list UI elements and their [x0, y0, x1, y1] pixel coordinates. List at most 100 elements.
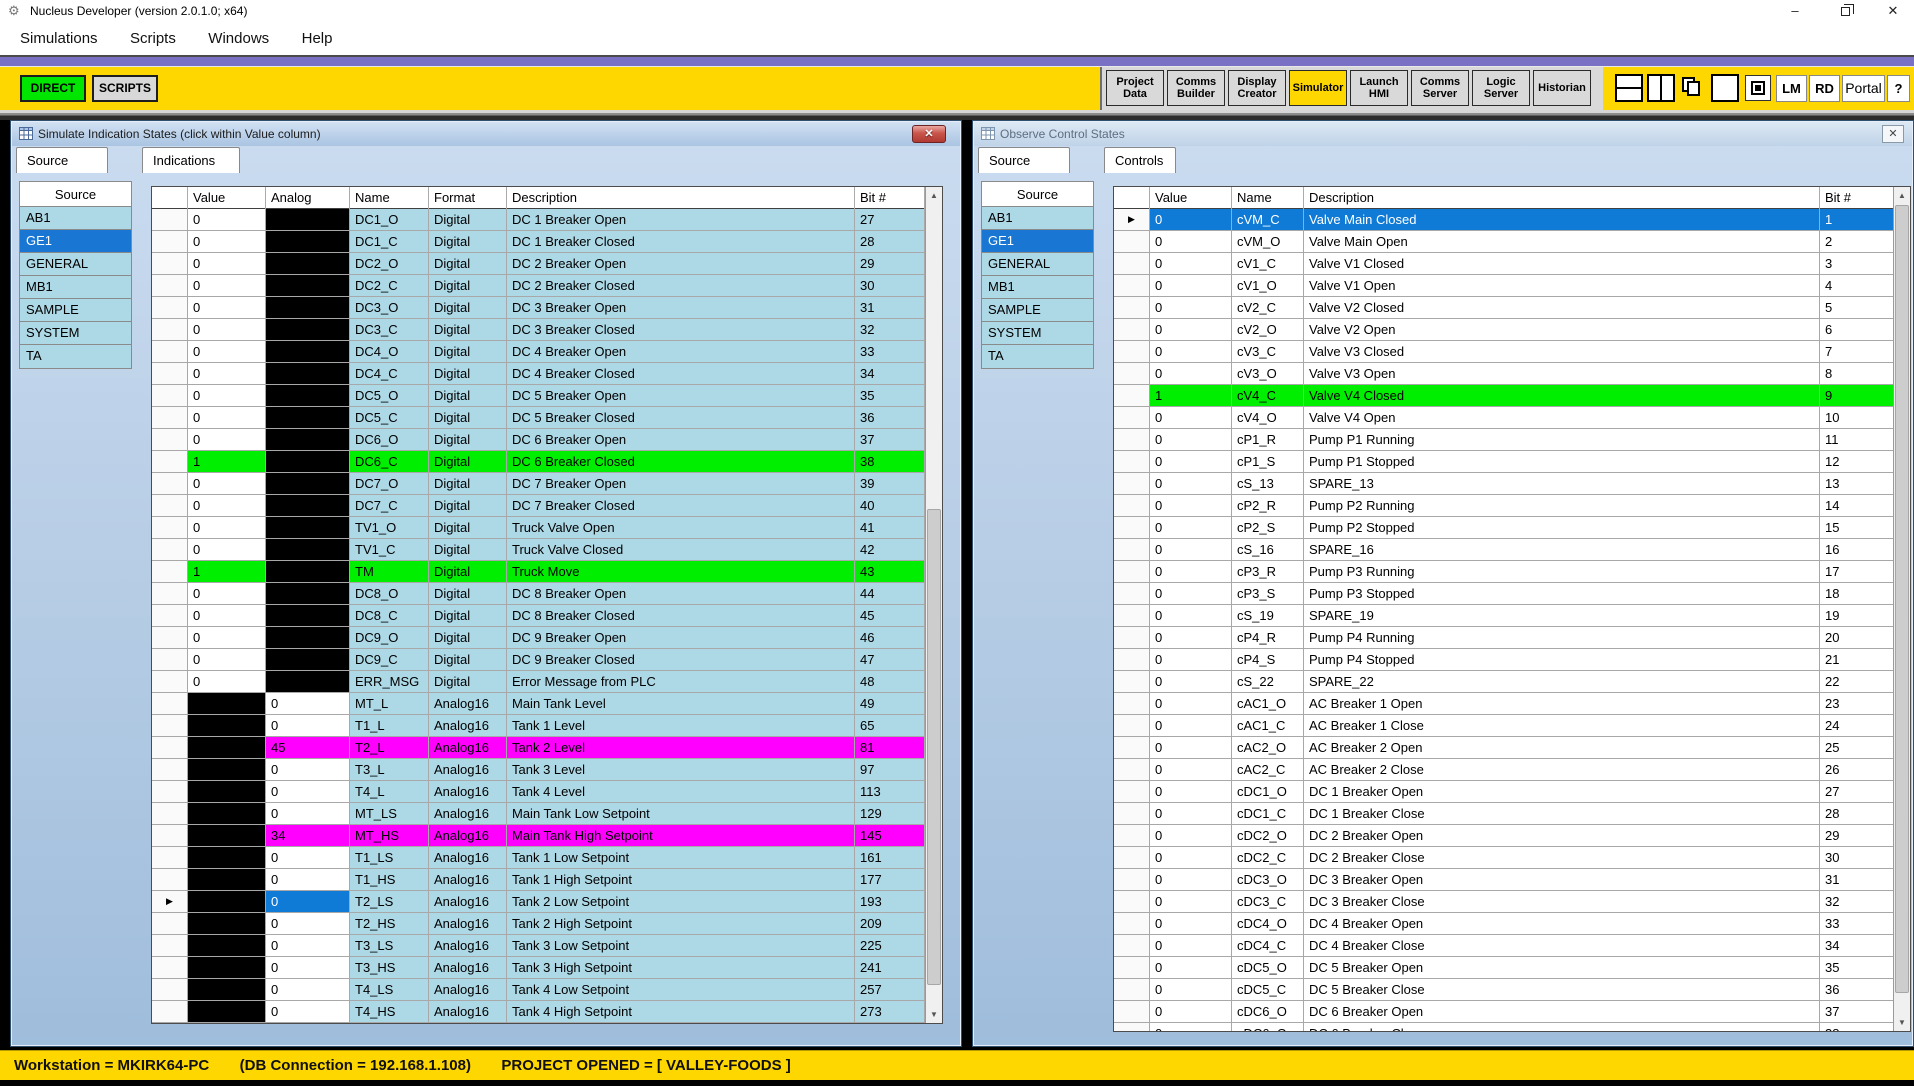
column-header-name[interactable]: Name [1232, 187, 1304, 209]
cell-value[interactable]: 0 [1150, 253, 1232, 275]
indication-row-t3_hs[interactable]: 0T3_HSAnalog16Tank 3 High Setpoint241 [152, 957, 942, 979]
cell-analog[interactable] [266, 275, 350, 297]
control-row-cv4_c[interactable]: 1cV4_CValve V4 Closed9 [1114, 385, 1910, 407]
tab-source-right[interactable]: Source [978, 147, 1070, 173]
source-item-mb1[interactable]: MB1 [982, 276, 1093, 299]
menu-item-windows[interactable]: Windows [194, 22, 283, 55]
menu-item-help[interactable]: Help [288, 22, 347, 55]
indication-row-dc7_c[interactable]: 0DC7_CDigitalDC 7 Breaker Closed40 [152, 495, 942, 517]
simulate-window-close-button[interactable]: ✕ [912, 125, 946, 143]
control-row-cv3_c[interactable]: 0cV3_CValve V3 Closed7 [1114, 341, 1910, 363]
source-item-ge1[interactable]: GE1 [20, 230, 131, 253]
cell-value[interactable]: 0 [1150, 671, 1232, 693]
indication-row-t1_l[interactable]: 0T1_LAnalog16Tank 1 Level65 [152, 715, 942, 737]
tab-indications[interactable]: Indications [142, 147, 240, 173]
close-button[interactable]: ✕ [1876, 0, 1910, 22]
cell-analog[interactable]: 45 [266, 737, 350, 759]
dot-indicator-icon[interactable] [1745, 75, 1771, 101]
menu-item-scripts[interactable]: Scripts [116, 22, 190, 55]
indication-row-t2_ls[interactable]: ▶0T2_LSAnalog16Tank 2 Low Setpoint193 [152, 891, 942, 913]
control-row-cp1_s[interactable]: 0cP1_SPump P1 Stopped12 [1114, 451, 1910, 473]
control-row-cp1_r[interactable]: 0cP1_RPump P1 Running11 [1114, 429, 1910, 451]
indication-row-tm[interactable]: 1TMDigitalTruck Move43 [152, 561, 942, 583]
indication-row-dc4_o[interactable]: 0DC4_ODigitalDC 4 Breaker Open33 [152, 341, 942, 363]
cell-value[interactable]: 0 [1150, 649, 1232, 671]
indication-row-t2_l[interactable]: 45T2_LAnalog16Tank 2 Level81 [152, 737, 942, 759]
column-header-analog[interactable]: Analog [266, 187, 350, 209]
cell-value[interactable]: 0 [1150, 1023, 1232, 1032]
restore-button[interactable] [1828, 0, 1862, 22]
control-row-cs_22[interactable]: 0cS_22SPARE_2222 [1114, 671, 1910, 693]
control-row-cv1_c[interactable]: 0cV1_CValve V1 Closed3 [1114, 253, 1910, 275]
cell-value[interactable]: 0 [1150, 451, 1232, 473]
cell-value[interactable] [188, 869, 266, 891]
cell-analog[interactable]: 0 [266, 869, 350, 891]
source-item-ab1[interactable]: AB1 [982, 207, 1093, 230]
cell-value[interactable]: 0 [188, 517, 266, 539]
control-row-cdc4_c[interactable]: 0cDC4_CDC 4 Breaker Close34 [1114, 935, 1910, 957]
cell-analog[interactable] [266, 319, 350, 341]
indication-row-dc3_c[interactable]: 0DC3_CDigitalDC 3 Breaker Closed32 [152, 319, 942, 341]
cell-value[interactable]: 0 [1150, 957, 1232, 979]
column-header-description[interactable]: Description [507, 187, 855, 209]
indication-row-t4_ls[interactable]: 0T4_LSAnalog16Tank 4 Low Setpoint257 [152, 979, 942, 1001]
indication-row-dc8_c[interactable]: 0DC8_CDigitalDC 8 Breaker Closed45 [152, 605, 942, 627]
cell-value[interactable]: 0 [1150, 275, 1232, 297]
control-row-cp4_s[interactable]: 0cP4_SPump P4 Stopped21 [1114, 649, 1910, 671]
cell-analog[interactable] [266, 209, 350, 231]
cell-value[interactable]: 0 [1150, 341, 1232, 363]
control-row-cdc1_o[interactable]: 0cDC1_ODC 1 Breaker Open27 [1114, 781, 1910, 803]
indication-row-dc6_c[interactable]: 1DC6_CDigitalDC 6 Breaker Closed38 [152, 451, 942, 473]
scripts-button[interactable]: SCRIPTS [92, 75, 158, 102]
indication-row-dc6_o[interactable]: 0DC6_ODigitalDC 6 Breaker Open37 [152, 429, 942, 451]
control-row-cv3_o[interactable]: 0cV3_OValve V3 Open8 [1114, 363, 1910, 385]
cell-value[interactable]: 1 [188, 561, 266, 583]
cell-value[interactable]: 0 [1150, 319, 1232, 341]
source-item-sample[interactable]: SAMPLE [20, 299, 131, 322]
cell-value[interactable]: 0 [188, 297, 266, 319]
cell-value[interactable] [188, 957, 266, 979]
cell-value[interactable]: 0 [188, 429, 266, 451]
indication-row-t4_hs[interactable]: 0T4_HSAnalog16Tank 4 High Setpoint273 [152, 1001, 942, 1023]
column-header-bit-[interactable]: Bit # [1820, 187, 1895, 209]
menu-item-simulations[interactable]: Simulations [6, 22, 112, 55]
indication-row-t1_hs[interactable]: 0T1_HSAnalog16Tank 1 High Setpoint177 [152, 869, 942, 891]
cell-value[interactable] [188, 979, 266, 1001]
control-row-cdc4_o[interactable]: 0cDC4_ODC 4 Breaker Open33 [1114, 913, 1910, 935]
control-row-cp3_s[interactable]: 0cP3_SPump P3 Stopped18 [1114, 583, 1910, 605]
control-row-cp2_r[interactable]: 0cP2_RPump P2 Running14 [1114, 495, 1910, 517]
cell-analog[interactable] [266, 451, 350, 473]
cell-analog[interactable] [266, 253, 350, 275]
toolbar-button-display-creator[interactable]: DisplayCreator [1228, 70, 1286, 106]
cell-value[interactable] [188, 759, 266, 781]
cell-analog[interactable] [266, 363, 350, 385]
control-row-cp3_r[interactable]: 0cP3_RPump P3 Running17 [1114, 561, 1910, 583]
indication-row-dc2_o[interactable]: 0DC2_ODigitalDC 2 Breaker Open29 [152, 253, 942, 275]
control-row-cac1_o[interactable]: 0cAC1_OAC Breaker 1 Open23 [1114, 693, 1910, 715]
cell-value[interactable]: 0 [1150, 231, 1232, 253]
tab-source-left[interactable]: Source [16, 147, 108, 173]
observe-window-close-button[interactable]: ✕ [1882, 125, 1904, 143]
cell-value[interactable] [188, 781, 266, 803]
cell-value[interactable] [188, 803, 266, 825]
control-row-cvm_c[interactable]: ▶0cVM_CValve Main Closed1 [1114, 209, 1910, 231]
tab-controls[interactable]: Controls [1104, 147, 1176, 173]
cell-analog[interactable] [266, 583, 350, 605]
cell-analog[interactable] [266, 473, 350, 495]
control-row-cv4_o[interactable]: 0cV4_OValve V4 Open10 [1114, 407, 1910, 429]
indication-row-dc4_c[interactable]: 0DC4_CDigitalDC 4 Breaker Closed34 [152, 363, 942, 385]
scroll-down-icon[interactable]: ▼ [926, 1006, 942, 1023]
cell-analog[interactable] [266, 407, 350, 429]
toolbar-button-project-data[interactable]: ProjectData [1106, 70, 1164, 106]
cell-value[interactable] [188, 693, 266, 715]
control-row-cac2_c[interactable]: 0cAC2_CAC Breaker 2 Close26 [1114, 759, 1910, 781]
scroll-down-icon[interactable]: ▼ [1894, 1014, 1910, 1031]
cell-value[interactable]: 0 [1150, 539, 1232, 561]
cell-value[interactable]: 0 [1150, 407, 1232, 429]
cell-value[interactable]: 0 [1150, 605, 1232, 627]
indication-row-tv1_c[interactable]: 0TV1_CDigitalTruck Valve Closed42 [152, 539, 942, 561]
scrollbar-thumb[interactable] [1895, 205, 1909, 993]
indication-row-mt_l[interactable]: 0MT_LAnalog16Main Tank Level49 [152, 693, 942, 715]
new-window-icon[interactable] [1711, 74, 1739, 102]
cell-value[interactable] [188, 891, 266, 913]
